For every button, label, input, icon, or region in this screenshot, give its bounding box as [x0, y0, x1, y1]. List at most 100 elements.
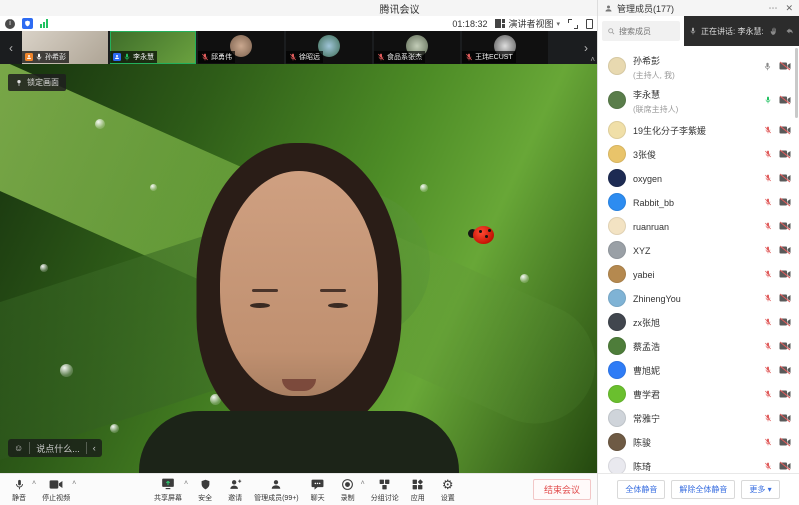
member-row[interactable]: yabei: [598, 262, 799, 286]
muted-mic-icon[interactable]: [764, 149, 772, 159]
chevron-up-icon[interactable]: ˄: [361, 480, 365, 487]
muted-mic-icon[interactable]: [764, 269, 772, 279]
avatar: [608, 121, 626, 139]
member-row[interactable]: ZhinengYou: [598, 286, 799, 310]
member-row[interactable]: 19生化分子李紫媛: [598, 118, 799, 142]
camera-off-icon[interactable]: [779, 341, 791, 351]
video-thumbnail[interactable]: 王玮ECUST: [462, 31, 548, 64]
toolbar-apps-button[interactable]: 应用: [405, 476, 431, 504]
muted-mic-icon: [289, 52, 297, 62]
member-row[interactable]: ruanruan: [598, 214, 799, 238]
chevron-up-icon[interactable]: ˄: [32, 480, 36, 487]
muted-mic-icon[interactable]: [764, 293, 772, 303]
muted-mic-icon[interactable]: [764, 197, 772, 207]
toolbar-camera-button[interactable]: 停止视频: [40, 476, 72, 504]
toolbar-chat-button[interactable]: 聊天: [305, 476, 331, 504]
camera-off-icon[interactable]: [779, 95, 791, 105]
camera-off-icon[interactable]: [779, 173, 791, 183]
fullscreen-icon[interactable]: [568, 19, 578, 29]
muted-mic-icon[interactable]: [764, 437, 772, 447]
camera-off-icon[interactable]: [779, 365, 791, 375]
scrollbar[interactable]: [795, 48, 798, 118]
camera-off-icon[interactable]: [779, 125, 791, 135]
muted-mic-icon[interactable]: [764, 389, 772, 399]
reply-arrow-icon[interactable]: [784, 26, 794, 36]
member-row[interactable]: 李永慧(联席主持人): [598, 84, 799, 116]
muted-mic-icon[interactable]: [764, 341, 772, 351]
muted-mic-icon[interactable]: [764, 461, 772, 471]
member-row[interactable]: oxygen: [598, 166, 799, 190]
chat-collapse-icon[interactable]: ‹: [87, 443, 102, 453]
muted-mic-icon[interactable]: [764, 125, 772, 135]
security-status-icon[interactable]: [22, 18, 33, 29]
camera-off-icon[interactable]: [779, 293, 791, 303]
panel-close-icon[interactable]: ✕: [785, 3, 793, 14]
unmute-all-button[interactable]: 解除全体静音: [671, 480, 735, 499]
toolbar-gear-button[interactable]: ⚙设置: [435, 476, 461, 504]
muted-mic-icon[interactable]: [764, 365, 772, 375]
member-row[interactable]: 曹学君: [598, 382, 799, 406]
camera-off-icon[interactable]: [779, 61, 791, 71]
muted-mic-icon[interactable]: [764, 173, 772, 183]
search-input[interactable]: [619, 27, 675, 36]
member-row[interactable]: 3张俊: [598, 142, 799, 166]
member-row[interactable]: Rabbit_bb: [598, 190, 799, 214]
chat-input-placeholder[interactable]: 说点什么...: [30, 442, 86, 455]
member-row[interactable]: zx张旭: [598, 310, 799, 334]
chevron-up-icon[interactable]: ˄: [72, 480, 76, 487]
search-box[interactable]: [602, 21, 680, 41]
camera-off-icon[interactable]: [779, 149, 791, 159]
toolbar-record-button[interactable]: 录制: [335, 476, 361, 504]
avatar: [608, 385, 626, 403]
member-row[interactable]: 曹旭妮: [598, 358, 799, 382]
video-thumbnail[interactable]: 孙希彭: [22, 31, 108, 64]
video-thumbnail[interactable]: 徐昭远: [286, 31, 372, 64]
member-row[interactable]: 陈琦: [598, 454, 799, 473]
strip-prev-arrow[interactable]: ‹: [0, 31, 22, 64]
mic-icon[interactable]: [764, 95, 772, 105]
member-row[interactable]: 孙希彭(主持人, 我): [598, 50, 799, 82]
camera-off-icon[interactable]: [779, 437, 791, 447]
camera-off-icon[interactable]: [779, 197, 791, 207]
end-meeting-button[interactable]: 结束会议: [533, 479, 591, 500]
camera-off-icon[interactable]: [779, 389, 791, 399]
camera-off-icon[interactable]: [779, 245, 791, 255]
water-droplet: [520, 274, 529, 283]
muted-mic-icon[interactable]: [764, 413, 772, 423]
camera-off-icon[interactable]: [779, 461, 791, 471]
muted-mic-icon[interactable]: [764, 245, 772, 255]
chevron-up-icon[interactable]: ˄: [184, 480, 188, 487]
video-thumbnail[interactable]: 李永慧: [110, 31, 196, 64]
camera-off-icon[interactable]: [779, 269, 791, 279]
toolbar-invite-button[interactable]: 邀请: [222, 476, 248, 504]
toolbar-share-button[interactable]: 共享屏幕: [152, 476, 184, 504]
pin-view-button[interactable]: 锁定画面: [8, 74, 66, 91]
muted-mic-icon[interactable]: [764, 221, 772, 231]
toolbar-mic-button[interactable]: 静音: [6, 476, 32, 504]
toolbar-breakout-button[interactable]: 分组讨论: [369, 476, 401, 504]
mic-icon[interactable]: [763, 61, 772, 72]
video-thumbnail[interactable]: 食品系张杰: [374, 31, 460, 64]
mute-all-button[interactable]: 全体静音: [617, 480, 665, 499]
camera-off-icon[interactable]: [779, 221, 791, 231]
sidebar-toggle-icon[interactable]: [586, 19, 593, 29]
toolbar-shield-button[interactable]: 安全: [192, 476, 218, 504]
raise-hand-icon[interactable]: [769, 26, 779, 36]
member-name: 陈琦: [633, 462, 651, 472]
camera-off-icon[interactable]: [779, 413, 791, 423]
member-row[interactable]: 蔡孟浩: [598, 334, 799, 358]
muted-mic-icon[interactable]: [764, 317, 772, 327]
meeting-info-icon[interactable]: i: [5, 19, 15, 29]
quick-chat-bar[interactable]: ☺ 说点什么... ‹: [8, 439, 102, 457]
strip-collapse-icon[interactable]: ˄: [590, 55, 595, 64]
more-button[interactable]: 更多 ▾: [741, 480, 779, 499]
video-thumbnail[interactable]: 邱勇伟: [198, 31, 284, 64]
emoji-icon[interactable]: ☺: [8, 443, 29, 453]
view-mode-selector[interactable]: 演讲者视图 ▾: [495, 17, 560, 30]
member-row[interactable]: XYZ: [598, 238, 799, 262]
member-row[interactable]: 陈骏: [598, 430, 799, 454]
panel-more-icon[interactable]: ⋯: [768, 3, 777, 14]
member-row[interactable]: 常雅宁: [598, 406, 799, 430]
toolbar-members-button[interactable]: 管理成员(99+): [252, 476, 301, 504]
camera-off-icon[interactable]: [779, 317, 791, 327]
